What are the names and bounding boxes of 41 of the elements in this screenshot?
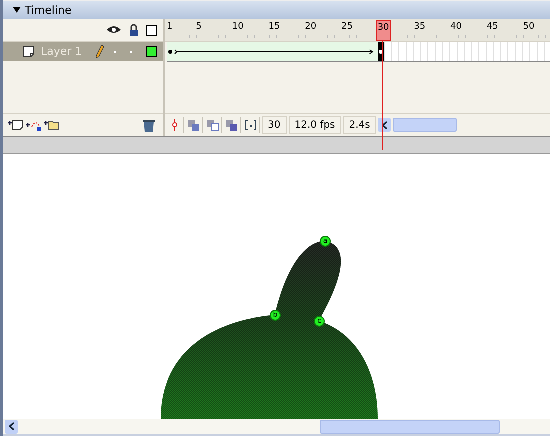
- frame-number: 45: [486, 22, 498, 32]
- frame-number: 15: [268, 22, 280, 32]
- scroll-thumb[interactable]: [393, 118, 458, 132]
- scroll-left-button[interactable]: [378, 118, 392, 132]
- edit-frames-icon[interactable]: [224, 117, 241, 133]
- chevron-left-icon: [382, 120, 388, 130]
- layer-outline-color[interactable]: [146, 46, 157, 57]
- add-layer-icon[interactable]: [8, 119, 24, 131]
- current-frame: 30: [262, 116, 287, 134]
- frame-number: 35: [414, 22, 426, 32]
- frame-ruler[interactable]: 1 5 10 15 20 25 30 35 40 45 50: [165, 19, 550, 42]
- lock-icon[interactable]: [129, 24, 139, 36]
- frame-number: 1: [167, 22, 173, 32]
- outline-toggle-icon[interactable]: [146, 24, 157, 36]
- scroll-thumb[interactable]: [320, 420, 500, 434]
- tween-arrow-icon: [168, 48, 375, 56]
- frame-rate: 12.0 fps: [288, 116, 342, 134]
- panel-title: Timeline: [25, 4, 72, 16]
- onion-markers-icon[interactable]: [243, 117, 260, 133]
- frame-number: 50: [523, 22, 535, 32]
- frame-number: 5: [196, 22, 202, 32]
- frame-number: 10: [232, 22, 244, 32]
- panel-title-bar[interactable]: Timeline: [3, 0, 550, 19]
- layer-icon: [23, 46, 35, 58]
- horizontal-scrollbar[interactable]: [3, 419, 550, 434]
- frame-number: 20: [305, 22, 317, 32]
- onion-outline-icon[interactable]: [205, 117, 222, 133]
- pencil-icon: [96, 45, 104, 58]
- chevron-left-icon: [8, 422, 14, 431]
- trash-icon[interactable]: [143, 118, 155, 132]
- elapsed-time: 2.4s: [343, 116, 376, 134]
- expand-triangle-icon[interactable]: [13, 7, 21, 13]
- frame-number: 40: [450, 22, 462, 32]
- scroll-left-button[interactable]: [5, 420, 18, 434]
- onion-skin-icon[interactable]: [186, 117, 203, 133]
- frame-row[interactable]: [167, 42, 550, 62]
- playhead[interactable]: 30: [376, 20, 392, 41]
- layer-name: Layer 1: [41, 45, 84, 58]
- frame-number: 25: [341, 22, 353, 32]
- eye-icon[interactable]: [106, 25, 122, 35]
- add-folder-icon[interactable]: [44, 119, 60, 131]
